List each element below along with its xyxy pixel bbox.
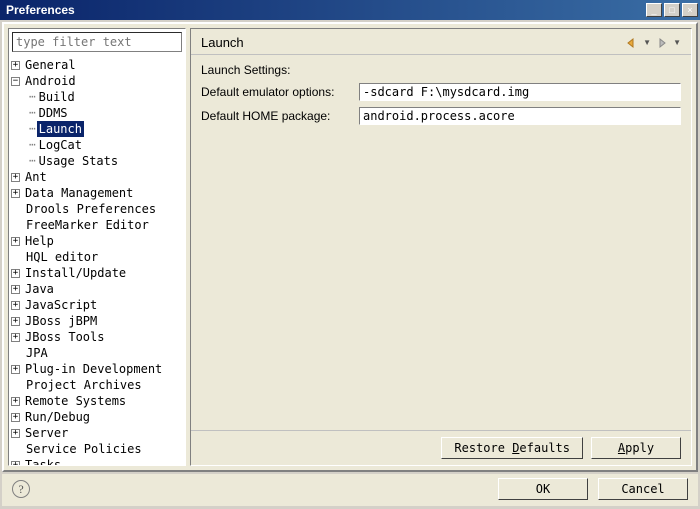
tree-item[interactable]: ⋯LogCat [9,137,185,153]
tree-item-label: DDMS [37,105,70,121]
content-pane: Launch ▼ ▼ Launch Settings: Default emul… [190,28,692,466]
tree-item-label: Help [23,233,56,249]
tree-connector-icon: ⋯ [29,105,35,121]
tree-item[interactable]: +JBoss jBPM [9,313,185,329]
restore-defaults-button[interactable]: Restore Defaults [441,437,583,459]
tree-item-label: JBoss jBPM [23,313,99,329]
tree-item[interactable]: ⋯DDMS [9,105,185,121]
tree-item[interactable]: HQL editor [9,249,185,265]
tree-item-label: LogCat [37,137,84,153]
tree-item[interactable]: +Ant [9,169,185,185]
tree-item[interactable]: Project Archives [9,377,185,393]
tree-item[interactable]: +Tasks [9,457,185,465]
tree-item[interactable]: −Android [9,73,185,89]
maximize-button[interactable]: □ [664,3,680,17]
tree-item[interactable]: ⋯Usage Stats [9,153,185,169]
tree-item-label: Build [37,89,77,105]
tree-item[interactable]: Drools Preferences [9,201,185,217]
collapse-icon[interactable]: − [11,77,20,86]
tree-item-label: FreeMarker Editor [24,217,151,233]
page-title: Launch [201,35,625,50]
tree-item-label: JBoss Tools [23,329,106,345]
tree-item-label: General [23,57,78,73]
tree-item-label: Launch [37,121,84,137]
minimize-button[interactable]: _ [646,3,662,17]
tree-item[interactable]: +Data Management [9,185,185,201]
tree-item-label: Install/Update [23,265,128,281]
expand-icon[interactable]: + [11,333,20,342]
tree-item[interactable]: +Java [9,281,185,297]
tree-item-label: Data Management [23,185,135,201]
preferences-tree[interactable]: +General−Android⋯Build⋯DDMS⋯Launch⋯LogCa… [9,55,185,465]
help-icon[interactable]: ? [12,480,30,498]
back-icon[interactable] [625,37,639,49]
tree-item[interactable]: JPA [9,345,185,361]
ok-button[interactable]: OK [498,478,588,500]
tree-item[interactable]: +JBoss Tools [9,329,185,345]
tree-item[interactable]: +Install/Update [9,265,185,281]
expand-icon[interactable]: + [11,365,20,374]
window-title: Preferences [2,3,646,17]
tree-item[interactable]: +Plug-in Development [9,361,185,377]
filter-input[interactable] [12,32,182,52]
tree-item-label: Drools Preferences [24,201,158,217]
close-button[interactable]: × [682,3,698,17]
tree-item[interactable]: +General [9,57,185,73]
settings-heading: Launch Settings: [201,63,290,77]
expand-icon[interactable]: + [11,461,20,466]
tree-item-label: Usage Stats [37,153,120,169]
tree-item-label: JavaScript [23,297,99,313]
expand-icon[interactable]: + [11,189,20,198]
tree-item[interactable]: +JavaScript [9,297,185,313]
tree-item[interactable]: FreeMarker Editor [9,217,185,233]
expand-icon[interactable]: + [11,269,20,278]
tree-connector-icon: ⋯ [29,121,35,137]
tree-item-label: Plug-in Development [23,361,164,377]
tree-connector-icon: ⋯ [29,89,35,105]
forward-icon[interactable] [655,37,669,49]
expand-icon[interactable]: + [11,237,20,246]
expand-icon[interactable]: + [11,61,20,70]
expand-icon[interactable]: + [11,397,20,406]
expand-icon[interactable]: + [11,173,20,182]
emulator-options-input[interactable] [359,83,681,101]
tree-item-label: Java [23,281,56,297]
tree-connector-icon: ⋯ [29,137,35,153]
tree-item-label: Android [23,73,78,89]
tree-item[interactable]: +Help [9,233,185,249]
expand-icon[interactable]: + [11,413,20,422]
back-dropdown-icon[interactable]: ▼ [643,38,651,47]
apply-button[interactable]: Apply [591,437,681,459]
tree-item[interactable]: +Remote Systems [9,393,185,409]
tree-item[interactable]: +Run/Debug [9,409,185,425]
expand-icon[interactable]: + [11,301,20,310]
emulator-options-label: Default emulator options: [201,85,359,99]
tree-item-label: HQL editor [24,249,100,265]
home-package-input[interactable] [359,107,681,125]
tree-item-label: Run/Debug [23,409,92,425]
tree-pane: +General−Android⋯Build⋯DDMS⋯Launch⋯LogCa… [8,28,186,466]
tree-connector-icon: ⋯ [29,153,35,169]
tree-item-label: Project Archives [24,377,144,393]
tree-item[interactable]: +Server [9,425,185,441]
home-package-label: Default HOME package: [201,109,359,123]
expand-icon[interactable]: + [11,317,20,326]
tree-item[interactable]: ⋯Launch [9,121,185,137]
tree-item[interactable]: Service Policies [9,441,185,457]
forward-dropdown-icon[interactable]: ▼ [673,38,681,47]
tree-item-label: Tasks [23,457,63,465]
tree-item-label: JPA [24,345,50,361]
expand-icon[interactable]: + [11,429,20,438]
tree-item-label: Remote Systems [23,393,128,409]
cancel-button[interactable]: Cancel [598,478,688,500]
tree-item-label: Service Policies [24,441,144,457]
tree-item-label: Ant [23,169,49,185]
expand-icon[interactable]: + [11,285,20,294]
tree-item-label: Server [23,425,70,441]
titlebar: Preferences _ □ × [0,0,700,20]
tree-item[interactable]: ⋯Build [9,89,185,105]
